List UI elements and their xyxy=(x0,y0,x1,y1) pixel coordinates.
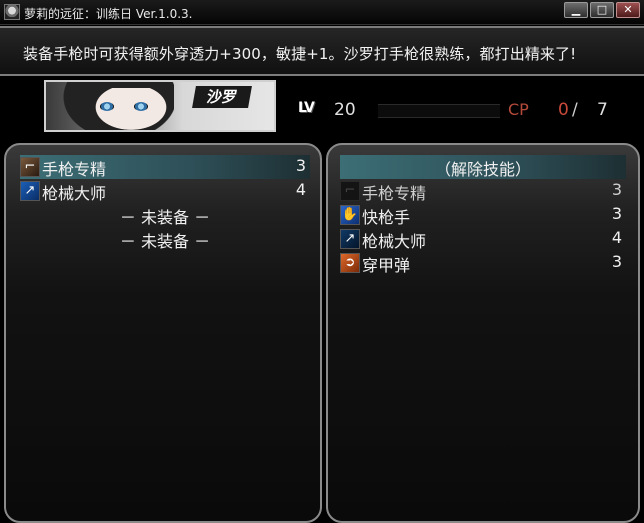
portrait-eye xyxy=(100,102,114,111)
title-bar: 萝莉的远征：训练日 Ver.1.0.3. ▁ □ ✕ xyxy=(0,0,644,25)
skill-name: 枪械大师 xyxy=(362,232,427,251)
equipped-skill-row[interactable]: ⌐ 手枪专精 3 xyxy=(20,155,310,179)
app-icon xyxy=(4,4,20,20)
maximize-button[interactable]: □ xyxy=(590,2,614,18)
portrait-eye xyxy=(134,102,148,111)
skill-cost: 3 xyxy=(611,180,622,199)
level-label: LV xyxy=(298,100,315,116)
pistol-icon: ⌐ xyxy=(20,157,40,177)
cp-total: 7 xyxy=(597,100,608,120)
skill-name: 手枪专精 xyxy=(362,184,427,203)
empty-slot-label: － 未装备 － xyxy=(119,208,211,227)
skill-cost: 4 xyxy=(295,180,306,199)
close-button[interactable]: ✕ xyxy=(616,2,640,18)
unequip-skill-row[interactable]: （解除技能） xyxy=(340,155,626,179)
empty-slot-row[interactable]: － 未装备 － xyxy=(20,203,310,227)
skill-cost: 3 xyxy=(611,204,622,223)
quick-hand-icon: ✋ xyxy=(340,205,360,225)
pistol-icon: ⌐ xyxy=(340,181,360,201)
character-portrait: 沙罗 xyxy=(44,80,276,132)
skill-cost: 4 xyxy=(611,228,622,247)
portrait-face xyxy=(86,88,176,130)
skill-name: 枪械大师 xyxy=(42,184,107,203)
cp-separator: / xyxy=(572,100,578,120)
help-text: 装备手枪时可获得额外穿透力+300，敏捷+1。沙罗打手枪很熟练，都打出精来了! xyxy=(23,45,577,63)
exp-bar xyxy=(378,104,500,118)
window-controls: ▁ □ ✕ xyxy=(564,2,640,18)
available-skill-row[interactable]: ↗ 枪械大师 4 xyxy=(340,227,626,251)
cp-label: CP xyxy=(508,100,529,119)
cp-used: 0 xyxy=(558,100,569,120)
gun-icon: ↗ xyxy=(340,229,360,249)
empty-slot-label: － 未装备 － xyxy=(119,232,211,251)
minimize-button[interactable]: ▁ xyxy=(564,2,588,18)
skill-name: 手枪专精 xyxy=(42,160,107,179)
pierce-icon: ➲ xyxy=(340,253,360,273)
skill-name: 穿甲弹 xyxy=(362,256,411,275)
skill-cost: 3 xyxy=(611,252,622,271)
available-skill-row[interactable]: ⌐ 手枪专精 3 xyxy=(340,179,626,203)
level-value: 20 xyxy=(334,100,356,120)
available-skills-panel: （解除技能） ⌐ 手枪专精 3 ✋ 快枪手 3 ↗ 枪械大师 4 ➲ 穿甲弹 3 xyxy=(326,143,640,523)
available-skill-row[interactable]: ➲ 穿甲弹 3 xyxy=(340,251,626,275)
window-title: 萝莉的远征：训练日 Ver.1.0.3. xyxy=(24,7,193,21)
skill-name: 快枪手 xyxy=(362,208,411,227)
equipped-skill-row[interactable]: ↗ 枪械大师 4 xyxy=(20,179,310,203)
character-name: 沙罗 xyxy=(192,86,252,108)
skill-cost: 3 xyxy=(295,156,306,175)
available-skill-row[interactable]: ✋ 快枪手 3 xyxy=(340,203,626,227)
equipped-skills-panel: ⌐ 手枪专精 3 ↗ 枪械大师 4 － 未装备 － － 未装备 － xyxy=(4,143,322,523)
unequip-label: （解除技能） xyxy=(434,160,531,179)
empty-slot-row[interactable]: － 未装备 － xyxy=(20,227,310,251)
gun-icon: ↗ xyxy=(20,181,40,201)
